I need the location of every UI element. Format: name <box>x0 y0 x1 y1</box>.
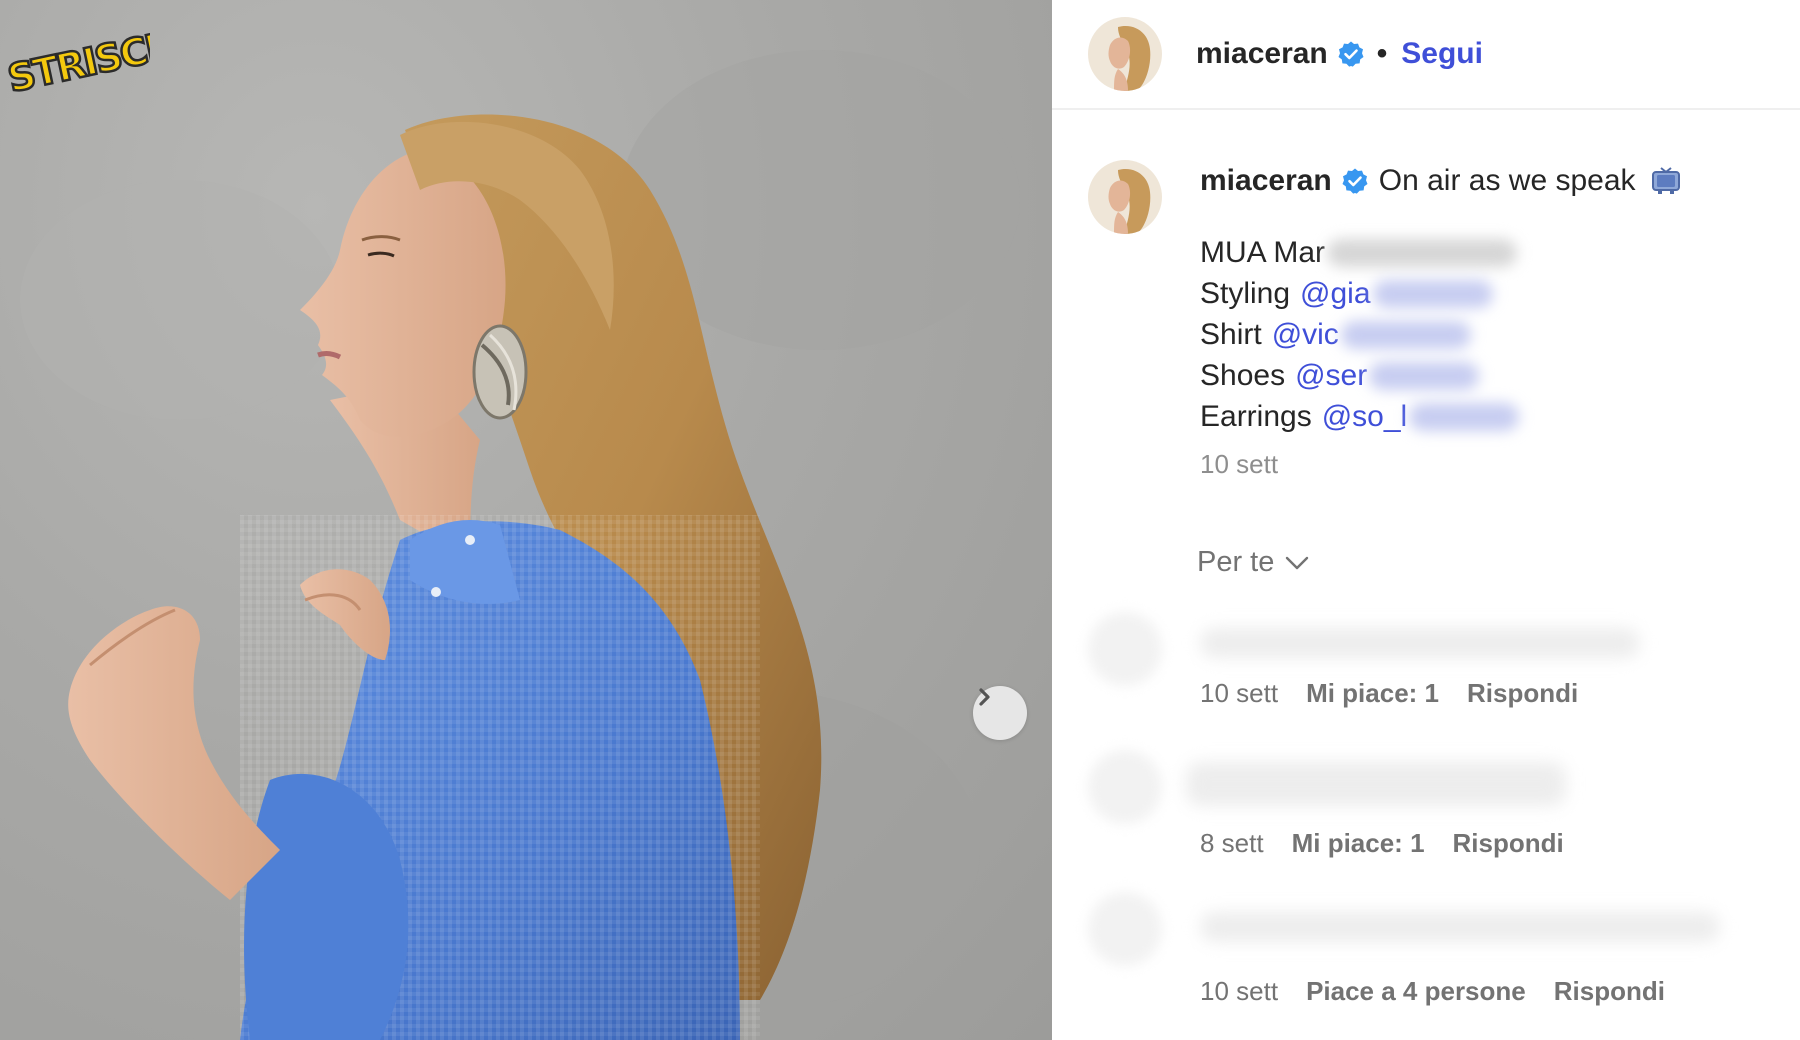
chevron-right-icon <box>979 688 990 706</box>
post-details-panel: miaceran • Segui miaceran On air as we s… <box>1052 0 1800 1040</box>
redacted-text <box>1372 279 1493 308</box>
commenter-avatar[interactable] <box>1088 612 1162 686</box>
caption-avatar[interactable] <box>1088 160 1162 234</box>
profile-picture <box>1088 160 1162 234</box>
comment-meta: 10 sett Mi piace: 1 Rispondi <box>1200 678 1606 709</box>
instagram-post-view: STRISCIA miaceran • Segui miaceran On ai… <box>0 0 1800 1040</box>
reply-button[interactable]: Rispondi <box>1453 828 1564 859</box>
television-icon <box>1651 167 1680 194</box>
comment-meta: 10 sett Piace a 4 persone Rispondi <box>1200 976 1693 1007</box>
mention-link[interactable]: @ser <box>1295 355 1367 396</box>
verified-badge-icon <box>1338 41 1364 67</box>
comment-likes[interactable]: Piace a 4 persone <box>1306 976 1526 1007</box>
striscia-logo: STRISCIA <box>3 19 150 102</box>
credit-line: Shoes @ser <box>1200 355 1682 396</box>
post-photo[interactable]: STRISCIA <box>0 0 1052 1040</box>
mention-link[interactable]: @so_l <box>1322 396 1408 437</box>
post-header: miaceran • Segui <box>1052 0 1800 110</box>
redacted-text <box>1369 361 1480 390</box>
chevron-down-icon <box>1286 556 1309 569</box>
commenter-avatar[interactable] <box>1088 750 1162 824</box>
reply-button[interactable]: Rispondi <box>1467 678 1578 709</box>
follow-button[interactable]: Segui <box>1401 37 1483 71</box>
credit-label: Shoes <box>1200 359 1286 392</box>
credit-label: Earrings <box>1200 400 1312 433</box>
mention-link[interactable]: @gia <box>1300 273 1371 314</box>
photo-illustration <box>20 50 1020 1040</box>
caption-body: miaceran On air as we speak MUA Mar Styl… <box>1200 160 1682 480</box>
post-caption: miaceran On air as we speak MUA Mar Styl… <box>1088 160 1778 480</box>
comment-timestamp: 8 sett <box>1200 828 1264 858</box>
caption-username[interactable]: miaceran <box>1200 164 1332 198</box>
comment-meta: 8 sett Mi piace: 1 Rispondi <box>1200 828 1592 859</box>
credit-label: Shirt <box>1200 318 1262 351</box>
caption-text: On air as we speak <box>1378 164 1636 197</box>
verified-badge-icon <box>1342 168 1368 194</box>
comments-sort-dropdown[interactable]: Per te <box>1197 546 1310 579</box>
username-link[interactable]: miaceran <box>1196 37 1328 71</box>
comment-timestamp: 10 sett <box>1200 678 1279 708</box>
caption-credits: MUA Mar Styling @gia Shirt @vic Shoes @s… <box>1200 232 1682 437</box>
redacted-text <box>1409 402 1520 431</box>
separator-dot: • <box>1376 37 1388 70</box>
header-user-info: miaceran • Segui <box>1196 37 1483 71</box>
credit-line: Styling @gia <box>1200 273 1682 314</box>
caption-title: miaceran On air as we speak <box>1200 160 1682 202</box>
mention-link[interactable]: @vic <box>1272 314 1339 355</box>
redacted-comment-text <box>1200 912 1720 942</box>
svg-text:STRISCIA: STRISCIA <box>4 20 150 101</box>
comment-timestamp: 10 sett <box>1200 976 1279 1006</box>
commenter-avatar[interactable] <box>1088 892 1162 966</box>
comment-likes[interactable]: Mi piace: 1 <box>1306 678 1439 709</box>
comment-likes[interactable]: Mi piace: 1 <box>1292 828 1425 859</box>
credit-label: Styling <box>1200 277 1291 310</box>
redacted-comment-text <box>1186 762 1566 806</box>
next-photo-button[interactable] <box>973 686 1027 740</box>
sort-label: Per te <box>1197 546 1275 578</box>
credit-line: Earrings @so_l <box>1200 396 1682 437</box>
profile-picture <box>1088 17 1162 91</box>
reply-button[interactable]: Rispondi <box>1554 976 1665 1007</box>
caption-timestamp: 10 sett <box>1200 449 1279 479</box>
credit-label: MUA Mar <box>1200 236 1326 269</box>
redacted-text <box>1327 238 1518 267</box>
credit-line: Shirt @vic <box>1200 314 1682 355</box>
redacted-comment-text <box>1200 628 1640 658</box>
avatar[interactable] <box>1088 17 1162 91</box>
credit-line: MUA Mar <box>1200 232 1682 273</box>
redacted-text <box>1340 320 1471 349</box>
